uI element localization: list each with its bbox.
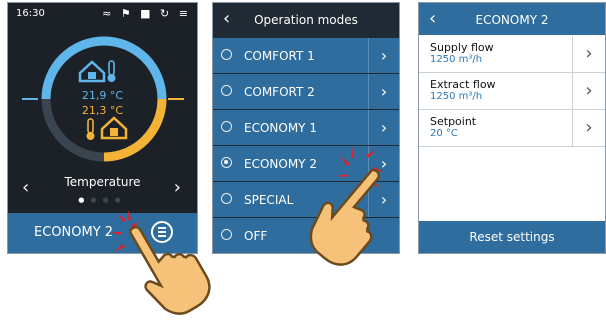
tap-gesture-overlay <box>110 146 384 315</box>
pointing-hand-icon <box>309 168 380 266</box>
